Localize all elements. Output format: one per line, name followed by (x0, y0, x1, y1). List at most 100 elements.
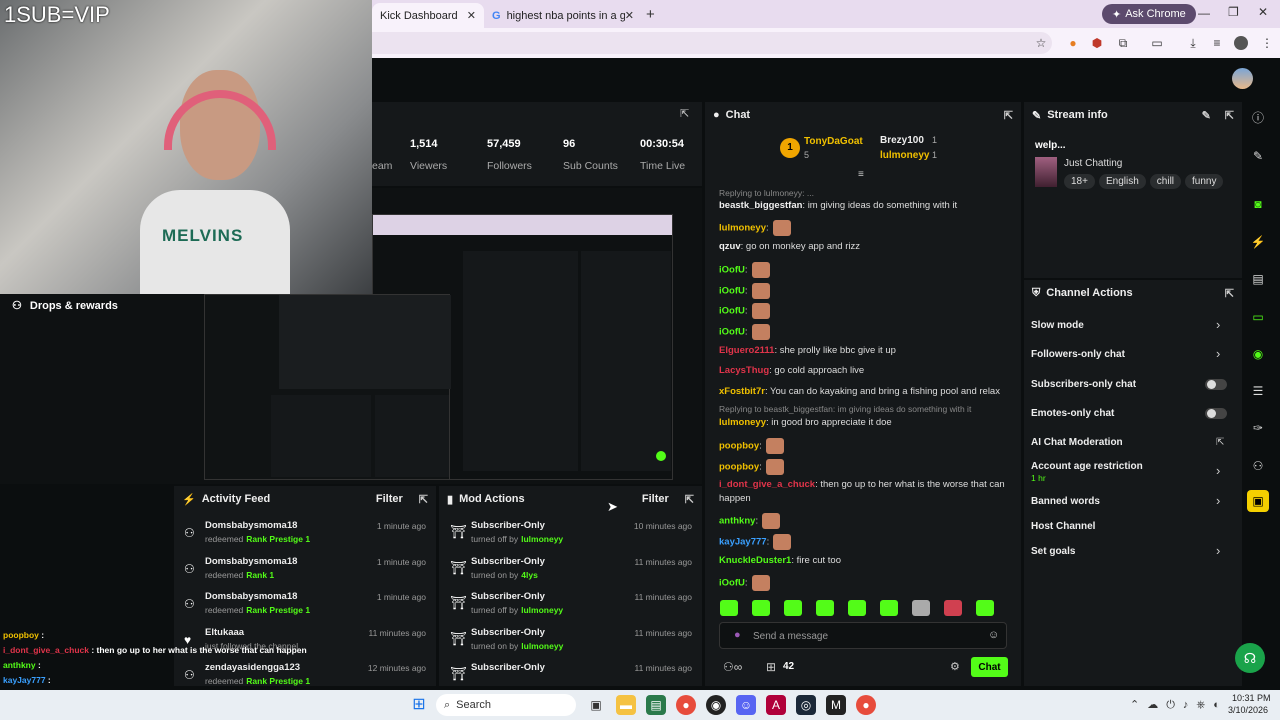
tag[interactable]: funny (1185, 174, 1224, 189)
emote-icon[interactable] (944, 600, 962, 616)
close-icon[interactable]: ✕ (467, 9, 476, 22)
tray-icons[interactable]: ⌃☁⏻♪⎈◐ (1130, 698, 1228, 712)
chat-username[interactable]: anthkny (719, 516, 755, 527)
settings-icon[interactable]: ⚙ (950, 660, 960, 673)
slow-mode[interactable]: Slow mode (1031, 320, 1084, 331)
popout-icon[interactable]: ⇱ (685, 493, 694, 506)
media-icon[interactable]: ≡ (1210, 36, 1224, 50)
chat-username[interactable]: iOofU (719, 306, 745, 317)
emote-icon[interactable] (784, 600, 802, 616)
user-avatar[interactable] (1232, 68, 1253, 89)
mod-action-user[interactable]: lulmoneyy (521, 534, 563, 544)
emote-icon[interactable] (976, 600, 994, 616)
chat-username[interactable]: KnuckleDuster1 (719, 555, 791, 566)
chat-input[interactable]: ● Send a message ☺ (719, 622, 1007, 649)
chevron-right-icon[interactable]: › (1216, 317, 1220, 332)
emote-icon[interactable] (720, 600, 738, 616)
chat-username[interactable]: qzuv (719, 241, 741, 252)
tag[interactable]: chill (1149, 174, 1182, 189)
banned-words[interactable]: Banned words (1031, 496, 1100, 507)
wrench-icon[interactable]: ✑ (1247, 417, 1269, 439)
camera-icon[interactable]: ◙ (1247, 193, 1269, 215)
chevron-right-icon[interactable]: › (1216, 543, 1220, 558)
download-icon[interactable]: ⤓ (1186, 36, 1200, 50)
popout-icon[interactable]: ⇱ (1225, 109, 1234, 122)
subscribers-only-chat[interactable]: Subscribers-only chat (1031, 379, 1136, 390)
emote-icon[interactable] (816, 600, 834, 616)
maximize-icon[interactable]: ❐ (1228, 5, 1239, 19)
external-link-icon[interactable]: ⇱ (1216, 437, 1224, 448)
tag[interactable]: English (1098, 174, 1146, 189)
users-icon[interactable]: ⚇ (1247, 455, 1269, 477)
tab-kick-dashboard[interactable]: Kick Dashboard ✕ (372, 3, 484, 28)
chat-username[interactable]: iOofU (719, 327, 745, 338)
activity-username[interactable]: Eltukaaa (205, 627, 244, 638)
chat-username[interactable]: Elguero2111 (719, 345, 774, 356)
obs-icon[interactable]: ◉ (706, 695, 726, 715)
emotes-only-toggle[interactable] (1205, 408, 1227, 419)
mod-action-user[interactable]: lulmoneyy (521, 641, 563, 651)
followers-only-chat[interactable]: Followers-only chat (1031, 349, 1125, 360)
chrome-alt-icon[interactable]: ● (856, 695, 876, 715)
community-icon[interactable]: ⚇∞ (723, 660, 742, 674)
chat-username[interactable]: poopboy (719, 462, 759, 473)
host-channel[interactable]: Host Channel (1031, 521, 1095, 532)
chat-username[interactable]: xFostbit7r (719, 386, 765, 397)
chevron-right-icon[interactable]: › (1216, 463, 1220, 478)
send-chat-button[interactable]: Chat (971, 657, 1008, 677)
info-icon[interactable]: ⓘ (1247, 107, 1269, 129)
popout-icon[interactable]: ⇱ (1004, 109, 1013, 122)
url-field[interactable] (372, 32, 1052, 54)
windows-start-icon[interactable]: ⊞ (409, 695, 429, 715)
emoji-icon[interactable]: ☺ (988, 629, 999, 641)
mod-action-user[interactable]: lulmoneyy (521, 605, 563, 615)
document-icon[interactable]: ▤ (1247, 268, 1269, 290)
activity-username[interactable]: Domsbabysmoma18 (205, 556, 297, 567)
adblock-icon[interactable]: ⬢ (1090, 36, 1104, 50)
filter-button[interactable]: Filter (642, 493, 669, 505)
tag[interactable]: 18+ (1064, 174, 1095, 189)
taskbar-search[interactable]: ⌕ Search (436, 694, 576, 716)
chat-username[interactable]: i_dont_give_a_chuck (719, 479, 815, 490)
activity-username[interactable]: Domsbabysmoma18 (205, 520, 297, 531)
menu-icon[interactable]: ⋮ (1260, 36, 1274, 50)
emote-icon[interactable] (752, 600, 770, 616)
support-icon[interactable]: ☊ (1235, 643, 1265, 673)
tab-search-icon[interactable]: ▭ (1150, 36, 1164, 50)
emotes-only-chat[interactable]: Emotes-only chat (1031, 408, 1114, 419)
profile-avatar[interactable] (1234, 36, 1248, 50)
chat-username[interactable]: poopboy (719, 441, 759, 452)
emote-icon[interactable] (848, 600, 866, 616)
gift-box-icon[interactable]: ▣ (1247, 490, 1269, 512)
popout-icon[interactable]: ⇱ (1225, 287, 1234, 300)
ai-chat-moderation[interactable]: AI Chat Moderation (1031, 437, 1123, 448)
emote-icon[interactable] (880, 600, 898, 616)
drops-rewards-header[interactable]: ⚇ Drops & rewards (12, 299, 118, 313)
layout-icon[interactable]: ☰ (1247, 380, 1269, 402)
pin-icon[interactable]: ≡ (858, 169, 864, 180)
popout-icon[interactable]: ⇱ (419, 493, 428, 506)
chat-username[interactable]: kayJay777 (719, 537, 767, 548)
window-close-icon[interactable]: ✕ (1258, 5, 1268, 19)
mod-action-user[interactable]: 4lys (521, 570, 538, 580)
set-goals[interactable]: Set goals (1031, 546, 1075, 557)
chat-username[interactable]: beastk_biggestfan (719, 200, 802, 211)
edit-icon[interactable]: ✎ (1202, 109, 1211, 122)
popout-icon[interactable]: ⇱ (680, 107, 689, 120)
epic-icon[interactable]: M (826, 695, 846, 715)
ask-chrome-button[interactable]: ✦ Ask Chrome (1102, 4, 1196, 24)
bookmark-star-icon[interactable]: ☆ (1034, 36, 1048, 50)
lightning-icon[interactable]: ⚡ (1247, 231, 1269, 253)
tab-nba-search[interactable]: G highest nba points in a game b ✕ (484, 3, 642, 28)
activity-username[interactable]: Domsbabysmoma18 (205, 591, 297, 602)
chat-username[interactable]: iOofU (719, 578, 745, 589)
chat-username[interactable]: iOofU (719, 286, 745, 297)
puzzle-icon[interactable]: ⧉ (1116, 36, 1130, 50)
chevron-right-icon[interactable]: › (1216, 346, 1220, 361)
acrobat-icon[interactable]: A (766, 695, 786, 715)
filter-button[interactable]: Filter (376, 493, 403, 505)
pencil-icon[interactable]: ✎ (1247, 145, 1269, 167)
extension-icon[interactable]: ● (1066, 36, 1080, 50)
activity-username[interactable]: zendayasidengga123 (205, 662, 300, 673)
emote-icon[interactable] (912, 600, 930, 616)
